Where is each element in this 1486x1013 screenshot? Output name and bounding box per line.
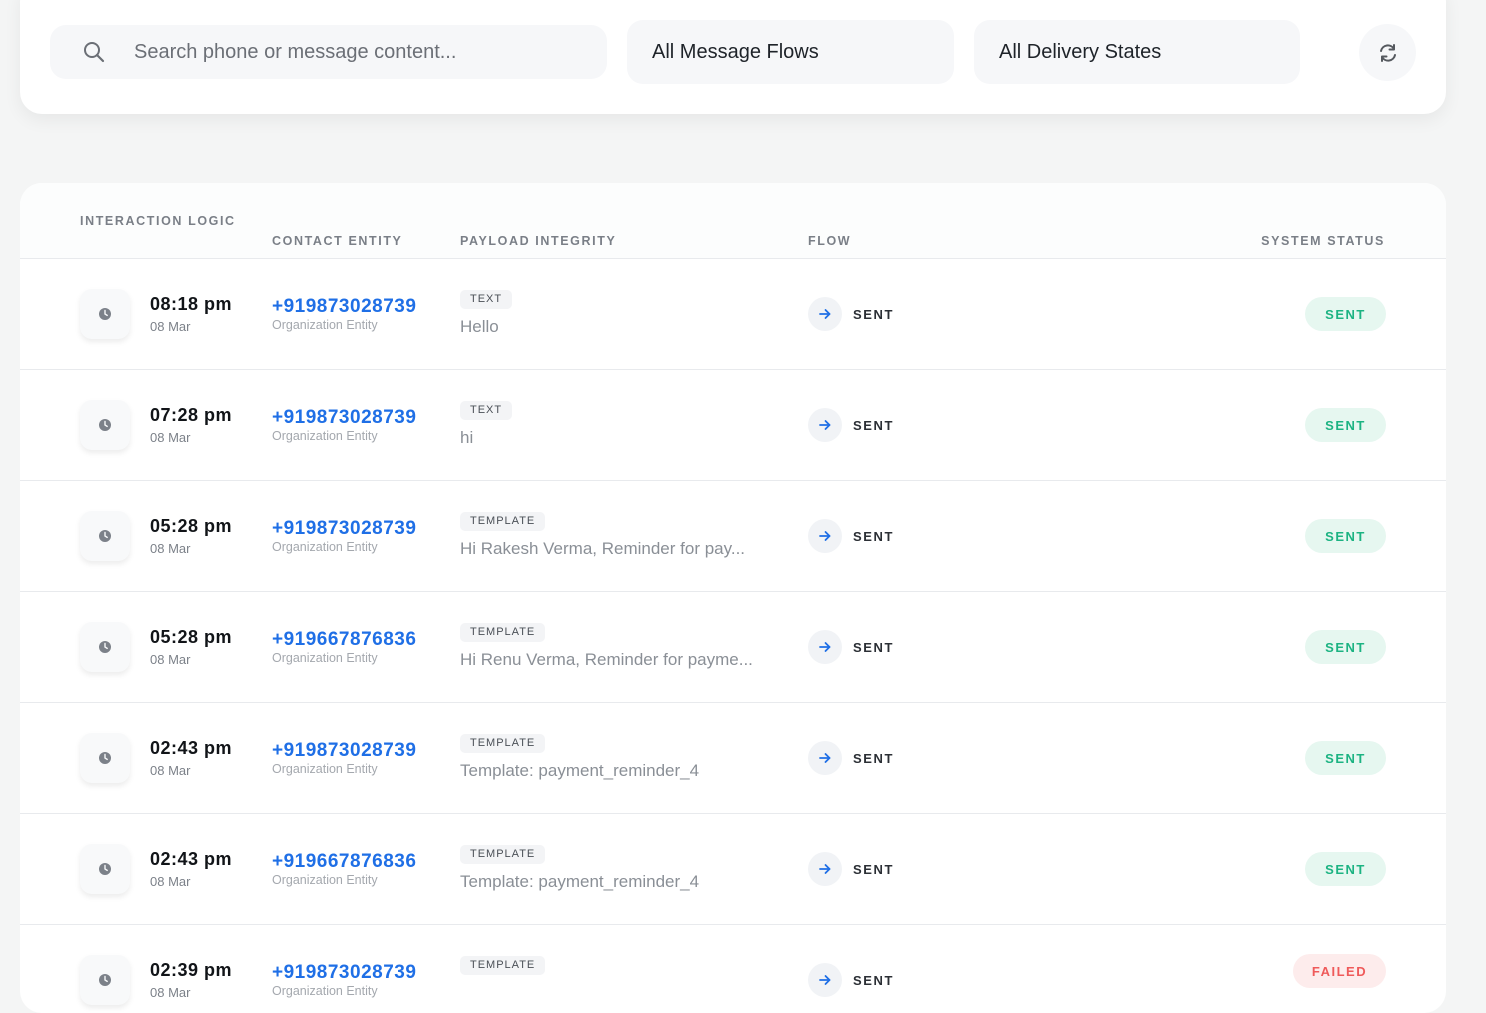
header-system-status: SYSTEM STATUS bbox=[1261, 234, 1385, 248]
contact-entity-label: Organization Entity bbox=[272, 429, 378, 443]
row-time: 05:28 pm bbox=[150, 516, 233, 536]
contact-entity-label: Organization Entity bbox=[272, 762, 378, 776]
payload-type-badge: TEMPLATE bbox=[460, 845, 546, 864]
contact-entity-label: Organization Entity bbox=[272, 651, 378, 665]
refresh-button[interactable] bbox=[1359, 24, 1416, 81]
status-badge: SENT bbox=[1305, 741, 1386, 775]
payload-content: Template: payment_reminder_4 bbox=[460, 872, 700, 891]
payload-type-badge: TEMPLATE bbox=[460, 734, 546, 753]
search-box[interactable] bbox=[50, 25, 607, 79]
clock-icon bbox=[80, 955, 130, 1005]
contact-entity-label: Organization Entity bbox=[272, 984, 378, 998]
table-row[interactable]: 05:28 pm 08 Mar +919873028739 Organization … bbox=[20, 481, 1446, 592]
flow-label: SENT bbox=[853, 862, 895, 877]
flow-label: SENT bbox=[853, 307, 895, 322]
payload-type-badge: TEXT bbox=[460, 290, 513, 309]
payload-content: Template: payment_reminder_4 bbox=[460, 761, 700, 780]
row-time: 07:28 pm bbox=[150, 405, 233, 425]
flow-label: SENT bbox=[853, 529, 895, 544]
payload-type-badge: TEMPLATE bbox=[460, 512, 546, 531]
contact-phone-link[interactable]: +919873028739 bbox=[272, 296, 416, 318]
payload-type-badge: TEMPLATE bbox=[460, 623, 546, 642]
arrow-right-icon bbox=[808, 297, 842, 331]
flow-label: SENT bbox=[853, 751, 895, 766]
payload-content: hi bbox=[460, 428, 474, 447]
row-time: 05:28 pm bbox=[150, 627, 233, 647]
payload-content: Hello bbox=[460, 317, 499, 336]
row-date: 08 Mar bbox=[150, 541, 191, 556]
table-row[interactable]: 05:28 pm 08 Mar +919667876836 Organization … bbox=[20, 592, 1446, 703]
payload-type-badge: TEMPLATE bbox=[460, 956, 546, 975]
flow-label: SENT bbox=[853, 418, 895, 433]
clock-icon bbox=[80, 733, 130, 783]
row-time: 02:43 pm bbox=[150, 849, 233, 869]
contact-phone-link[interactable]: +919873028739 bbox=[272, 740, 416, 762]
header-interaction-logic: INTERACTION LOGIC bbox=[80, 214, 236, 228]
table-row[interactable]: 02:43 pm 08 Mar +919667876836 Organization … bbox=[20, 814, 1446, 925]
refresh-icon bbox=[1379, 43, 1396, 62]
message-log-table: INTERACTION LOGIC CONTACT ENTITY PAYLOAD… bbox=[20, 183, 1446, 1013]
delivery-state-select[interactable]: All Delivery States bbox=[974, 20, 1300, 84]
search-icon bbox=[84, 42, 105, 63]
status-badge: FAILED bbox=[1293, 954, 1386, 988]
contact-phone-link[interactable]: +919667876836 bbox=[272, 851, 416, 873]
header-flow: FLOW bbox=[808, 234, 852, 248]
table-header: INTERACTION LOGIC CONTACT ENTITY PAYLOAD… bbox=[20, 183, 1446, 259]
arrow-right-icon bbox=[808, 852, 842, 886]
arrow-right-icon bbox=[808, 741, 842, 775]
row-date: 08 Mar bbox=[150, 985, 191, 1000]
arrow-right-icon bbox=[808, 408, 842, 442]
contact-phone-link[interactable]: +919873028739 bbox=[272, 962, 416, 984]
contact-phone-link[interactable]: +919873028739 bbox=[272, 407, 416, 429]
search-input[interactable] bbox=[134, 25, 584, 79]
message-flow-select[interactable]: All Message Flows bbox=[627, 20, 954, 84]
payload-content: Hi Renu Verma, Reminder for payme... bbox=[460, 650, 753, 669]
clock-icon bbox=[80, 844, 130, 894]
clock-icon bbox=[80, 622, 130, 672]
header-contact-entity: CONTACT ENTITY bbox=[272, 234, 403, 248]
clock-icon bbox=[80, 400, 130, 450]
contact-entity-label: Organization Entity bbox=[272, 873, 378, 887]
delivery-state-select-value: All Delivery States bbox=[999, 40, 1162, 63]
status-badge: SENT bbox=[1305, 852, 1386, 886]
row-date: 08 Mar bbox=[150, 652, 191, 667]
flow-label: SENT bbox=[853, 640, 895, 655]
row-time: 02:43 pm bbox=[150, 738, 233, 758]
contact-phone-link[interactable]: +919873028739 bbox=[272, 518, 416, 540]
flow-label: SENT bbox=[853, 973, 895, 988]
status-badge: SENT bbox=[1305, 297, 1386, 331]
message-flow-select-value: All Message Flows bbox=[652, 40, 819, 63]
table-row[interactable]: 02:43 pm 08 Mar +919873028739 Organization … bbox=[20, 703, 1446, 814]
row-date: 08 Mar bbox=[150, 874, 191, 889]
status-badge: SENT bbox=[1305, 408, 1386, 442]
arrow-right-icon bbox=[808, 630, 842, 664]
status-badge: SENT bbox=[1305, 630, 1386, 664]
clock-icon bbox=[80, 511, 130, 561]
row-date: 08 Mar bbox=[150, 430, 191, 445]
payload-type-badge: TEXT bbox=[460, 401, 513, 420]
row-time: 02:39 pm bbox=[150, 960, 233, 980]
clock-icon bbox=[80, 289, 130, 339]
arrow-right-icon bbox=[808, 519, 842, 553]
payload-content: Hi Rakesh Verma, Reminder for pay... bbox=[460, 539, 746, 558]
contact-phone-link[interactable]: +919667876836 bbox=[272, 629, 416, 651]
status-badge: SENT bbox=[1305, 519, 1386, 553]
arrow-right-icon bbox=[808, 963, 842, 997]
table-row[interactable]: 08:18 pm 08 Mar +919873028739 Organization … bbox=[20, 259, 1446, 370]
contact-entity-label: Organization Entity bbox=[272, 318, 378, 332]
row-time: 08:18 pm bbox=[150, 294, 233, 314]
table-row[interactable]: 07:28 pm 08 Mar +919873028739 Organization … bbox=[20, 370, 1446, 481]
contact-entity-label: Organization Entity bbox=[272, 540, 378, 554]
filter-bar: All Message Flows All Delivery States bbox=[20, 0, 1446, 114]
table-row[interactable]: 02:39 pm 08 Mar +919873028739 Organization … bbox=[20, 925, 1446, 1013]
row-date: 08 Mar bbox=[150, 319, 191, 334]
row-date: 08 Mar bbox=[150, 763, 191, 778]
header-payload-integrity: PAYLOAD INTEGRITY bbox=[460, 234, 617, 248]
